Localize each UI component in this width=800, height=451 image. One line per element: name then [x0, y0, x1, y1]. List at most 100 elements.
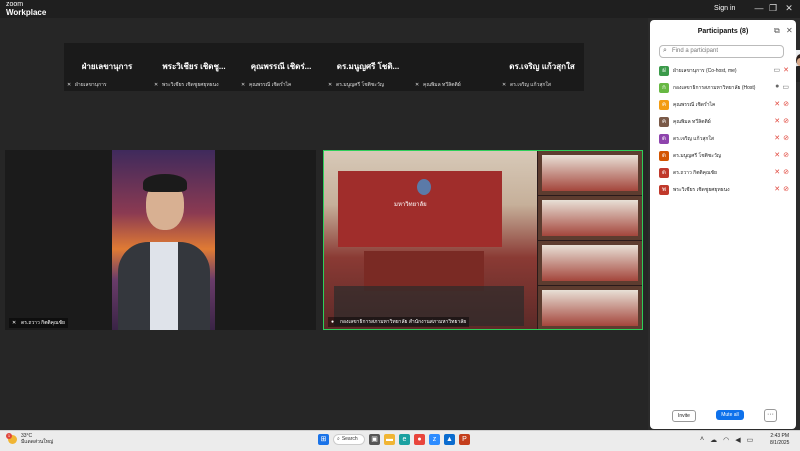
tile-name: ฝ่ายเลขานุการ — [81, 62, 133, 71]
windows-taskbar: 1 33°C มีแดดส่วนใหญ่ ⊞ ⌕ Search ▣ ▬ e ● … — [0, 430, 800, 451]
zoom-app-icon[interactable]: z — [429, 434, 440, 445]
invite-button[interactable]: Invite — [672, 410, 696, 422]
mic-muted-icon[interactable]: ✕ — [774, 117, 780, 125]
wifi-icon[interactable]: ◠ — [723, 436, 729, 444]
participant-row[interactable]: ด ดร.ถวาว กิตติคุณชัย ✕ ⊘ — [659, 164, 789, 181]
participant-name: ดร.มนูญศรี โชติชะวัญ — [673, 152, 722, 159]
sign-in-button[interactable]: Sign in — [708, 3, 741, 14]
zoom-logo: zoom Workplace — [6, 1, 46, 17]
weather-badge: 1 — [6, 432, 12, 439]
video-label-text: ดร.ถวาว กิตติคุณชัย — [21, 320, 65, 326]
close-panel-icon[interactable]: ✕ — [786, 26, 793, 35]
clock[interactable]: 2:43 PM 8/1/2025 — [770, 433, 789, 447]
participant-row[interactable]: พ พระวิเชียร เชิดชูยศยุทธนง ✕ ⊘ — [659, 181, 789, 198]
gallery-tile[interactable]: ดร.เจริญ แก้วสุกใส ✕ ดร.เจริญ แก้วสุกใส — [499, 43, 585, 91]
video-off-icon[interactable]: ⊘ — [783, 168, 789, 176]
clock-date: 8/1/2025 — [770, 440, 790, 446]
gallery-tile[interactable]: ดร.มนูญศรี โชติ... ✕ ดร.มนูญศรี โชติชะวัญ — [325, 43, 411, 91]
video-label: ✕ ดร.ถวาว กิตติคุณชัย — [9, 318, 68, 328]
gallery-tile[interactable]: คุณพรรณี เชิดร่... ✕ คุณพรรณี เชิดร่ำไค — [238, 43, 324, 91]
participant-row[interactable]: ค คุณพรรณี เชิดร่ำไค ✕ ⊘ — [659, 96, 789, 113]
battery-icon[interactable]: ▭ — [747, 436, 754, 444]
minimize-icon[interactable]: — — [752, 2, 766, 14]
gallery-tile[interactable]: ฝ่ายเลขานุการ ✕ ฝ่ายเลขานุการ — [64, 43, 150, 91]
participant-name: คุณพิมล ทวีลิตติผ์ — [673, 118, 711, 125]
close-icon[interactable]: ✕ — [782, 2, 796, 14]
participant-name: ดร.ถวาว กิตติคุณชัย — [673, 169, 717, 176]
participant-name: ฝ่ายเลขานุการ (Co-host, me) — [673, 67, 737, 74]
weather-text: มีแดดส่วนใหญ่ — [21, 439, 54, 445]
video-off-icon[interactable]: ⊘ — [783, 117, 789, 125]
restore-icon[interactable]: ❐ — [766, 2, 780, 14]
powerpoint-icon[interactable]: P — [459, 434, 470, 445]
tile-footer: คุณพรรณี เชิดร่ำไค — [249, 82, 292, 88]
tile-name: ดร.เจริญ แก้วสุกใส — [509, 62, 575, 71]
title-bar: zoom Workplace Sign in — ❐ ✕ — [0, 0, 800, 18]
mic-muted-icon: ✕ — [415, 82, 420, 88]
tile-name: ดร.มนูญศรี โชติ... — [336, 62, 400, 71]
more-options-button[interactable]: ··· — [764, 409, 777, 422]
taskbar-search-label: Search — [341, 436, 358, 442]
participant-avatar: ก — [659, 82, 669, 93]
tile-footer: พระวิเชียร เชิดชูยศยุทธนง — [162, 82, 219, 88]
video-off-icon[interactable]: ⊘ — [783, 134, 789, 142]
video-icon[interactable]: ▭ — [774, 66, 781, 74]
search-icon: ⌕ — [663, 47, 667, 54]
video-off-icon[interactable]: ⊘ — [783, 100, 789, 108]
mic-muted-icon: ✕ — [502, 82, 507, 88]
video-tile-right[interactable]: มหาวิทยาลัย ● กองเลขาธิการสภามหาวิทยาลัย… — [323, 150, 643, 330]
participant-list: ฝ ฝ่ายเลขานุการ (Co-host, me) ▭ ✕ ก กองเล… — [659, 62, 789, 198]
edge-icon[interactable]: e — [399, 434, 410, 445]
participant-video — [112, 150, 215, 330]
system-tray: ˄ ☁ ◠ ◀ ▭ — [700, 436, 753, 444]
room-subview — [538, 151, 642, 195]
participant-row[interactable]: ด ดร.เจริญ แก้วสุกใส ✕ ⊘ — [659, 130, 789, 147]
participant-avatar: พ — [659, 184, 669, 195]
volume-icon[interactable]: ◀ — [735, 436, 740, 444]
video-icon[interactable]: ▭ — [782, 83, 789, 91]
room-sign: มหาวิทยาลัย — [394, 202, 427, 208]
chevron-up-icon[interactable]: ˄ — [700, 436, 704, 444]
photos-icon[interactable]: ▲ — [444, 434, 455, 445]
taskbar-search[interactable]: ⌕ Search — [333, 434, 365, 445]
room-subview — [538, 196, 642, 240]
brand-name: Workplace — [6, 8, 47, 17]
mic-icon[interactable]: ● — [775, 83, 779, 91]
participant-avatar: ค — [659, 116, 669, 127]
participant-search-input[interactable]: ⌕ Find a participant — [659, 45, 784, 58]
participants-panel: Participants (8) ⧉ ✕ ⌕ Find a participan… — [650, 20, 796, 429]
video-tile-left[interactable]: ✕ ดร.ถวาว กิตติคุณชัย — [5, 150, 316, 330]
chrome-icon[interactable]: ● — [414, 434, 425, 445]
participant-avatar: ด — [659, 133, 669, 144]
tile-name: พระวิเชียร เชิดชู... — [162, 62, 226, 71]
mic-icon: ● — [331, 319, 335, 325]
gallery-tile[interactable]: ✕ คุณพิมล ทวีลิตติผ์ — [412, 43, 800, 91]
mic-muted-icon: ✕ — [328, 82, 333, 88]
mic-muted-icon[interactable]: ✕ — [774, 134, 780, 142]
windows-start-icon[interactable]: ⊞ — [318, 434, 329, 445]
video-off-icon[interactable]: ⊘ — [783, 151, 789, 159]
mute-all-button[interactable]: Mute all — [716, 410, 744, 420]
participant-row[interactable]: ด ดร.มนูญศรี โชติชะวัญ ✕ ⊘ — [659, 147, 789, 164]
weather-widget[interactable]: 1 33°C มีแดดส่วนใหญ่ — [6, 432, 54, 445]
mic-muted-icon[interactable]: ✕ — [783, 66, 789, 74]
video-off-icon[interactable]: ⊘ — [783, 185, 789, 193]
file-explorer-icon[interactable]: ▬ — [384, 434, 395, 445]
taskbar-apps: ⊞ ⌕ Search ▣ ▬ e ● z ▲ P — [318, 434, 470, 445]
popout-icon[interactable]: ⧉ — [774, 26, 780, 36]
participant-row[interactable]: ค คุณพิมล ทวีลิตติผ์ ✕ ⊘ — [659, 113, 789, 130]
mic-muted-icon: ✕ — [241, 82, 246, 88]
room-subview — [538, 286, 642, 329]
task-view-icon[interactable]: ▣ — [369, 434, 380, 445]
mic-muted-icon[interactable]: ✕ — [774, 151, 780, 159]
mic-muted-icon[interactable]: ✕ — [774, 185, 780, 193]
mic-muted-icon[interactable]: ✕ — [774, 100, 780, 108]
participant-avatar: ด — [659, 150, 669, 161]
cloud-icon[interactable]: ☁ — [710, 436, 717, 444]
tile-footer: ดร.มนูญศรี โชติชะวัญ — [336, 82, 385, 88]
weather-sun-icon: 1 — [6, 432, 17, 444]
participant-row[interactable]: ก กองเลขาธิการสภามหาวิทยาลัย (Host) ● ▭ — [659, 79, 789, 96]
gallery-tile[interactable]: พระวิเชียร เชิดชู... ✕ พระวิเชียร เชิดชูย… — [151, 43, 237, 91]
mic-muted-icon[interactable]: ✕ — [774, 168, 780, 176]
participant-row[interactable]: ฝ ฝ่ายเลขานุการ (Co-host, me) ▭ ✕ — [659, 62, 789, 79]
